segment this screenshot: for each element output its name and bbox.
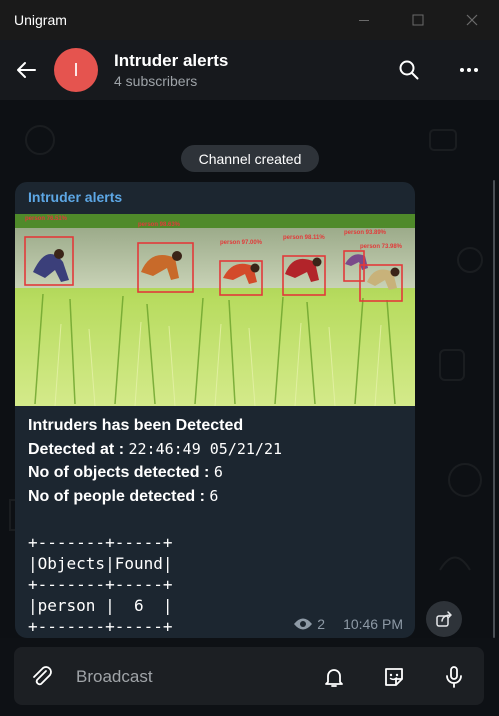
avatar-letter: I: [73, 59, 79, 80]
detection-photo[interactable]: person 76.51% person 98.63% person 97.00…: [15, 214, 415, 406]
attach-button[interactable]: [26, 661, 58, 693]
detected-at-value: 22:46:49 05/21/21: [128, 439, 283, 458]
sticker-icon: [385, 668, 403, 686]
detected-at-label: Detected at :: [28, 440, 125, 458]
detection-label: person 73.98%: [360, 244, 403, 250]
sticker-button[interactable]: [377, 660, 411, 694]
rice-field-image: [15, 214, 415, 406]
search-icon: [399, 60, 419, 80]
search-button[interactable]: [387, 40, 431, 100]
window-titlebar: Unigram: [0, 0, 499, 40]
silent-broadcast-button[interactable]: [317, 660, 351, 694]
message-meta: 2 10:46 PM: [293, 616, 403, 632]
share-button[interactable]: [426, 601, 462, 637]
people-detected-label: No of people detected :: [28, 487, 205, 505]
eye-icon: [294, 618, 313, 630]
share-icon: [436, 611, 452, 627]
subscriber-count: 4 subscribers: [114, 72, 198, 89]
microphone-icon: [446, 666, 462, 688]
people-detected-value: 6: [209, 486, 219, 505]
objects-detected-value: 6: [213, 463, 223, 481]
message-sender: Intruder alerts: [28, 189, 123, 205]
caption-headline: Intruders has been Detected: [28, 417, 244, 434]
detection-label: person 76.51%: [25, 216, 68, 222]
results-table: +-------+-----+ |Objects|Found| +-------…: [28, 533, 173, 636]
close-icon: [466, 14, 478, 26]
chat-area[interactable]: Channel created Intruder alerts person 7…: [0, 100, 499, 638]
chat-scrollbar[interactable]: [493, 180, 495, 638]
minimize-button[interactable]: [337, 0, 391, 40]
channel-name: Intruder alerts: [114, 50, 229, 70]
broadcast-input[interactable]: [74, 663, 308, 691]
message-composer: [14, 647, 484, 705]
window-controls: [337, 0, 499, 40]
maximize-icon: [412, 14, 424, 26]
objects-detected-label: No of objects detected :: [28, 464, 210, 481]
channel-created-notice: Channel created: [181, 145, 319, 172]
minimize-icon: [359, 20, 369, 21]
message-caption: Intruders has been Detected Detected at …: [28, 414, 408, 508]
message-bubble[interactable]: Intruder alerts person 76.51% person 98.…: [15, 182, 415, 638]
close-button[interactable]: [445, 0, 499, 40]
back-arrow-icon: [17, 62, 36, 78]
voice-message-button[interactable]: [437, 660, 471, 694]
detection-label: person 98.63%: [138, 222, 181, 228]
attach-icon: [33, 666, 52, 686]
app-title: Unigram: [14, 12, 67, 28]
detection-label: person 98.11%: [283, 235, 325, 241]
channel-info[interactable]: Intruder alerts 4 subscribers: [114, 51, 228, 90]
more-button[interactable]: [447, 40, 491, 100]
channel-avatar[interactable]: I: [54, 48, 98, 92]
message-time: 10:46 PM: [343, 616, 403, 632]
view-count: 2: [317, 616, 326, 632]
detection-label: person 93.89%: [344, 230, 387, 236]
detection-label: person 97.00%: [220, 240, 263, 246]
maximize-button[interactable]: [391, 0, 445, 40]
more-dots-icon: [460, 68, 478, 72]
bell-icon: [325, 669, 343, 687]
back-button[interactable]: [4, 48, 48, 92]
